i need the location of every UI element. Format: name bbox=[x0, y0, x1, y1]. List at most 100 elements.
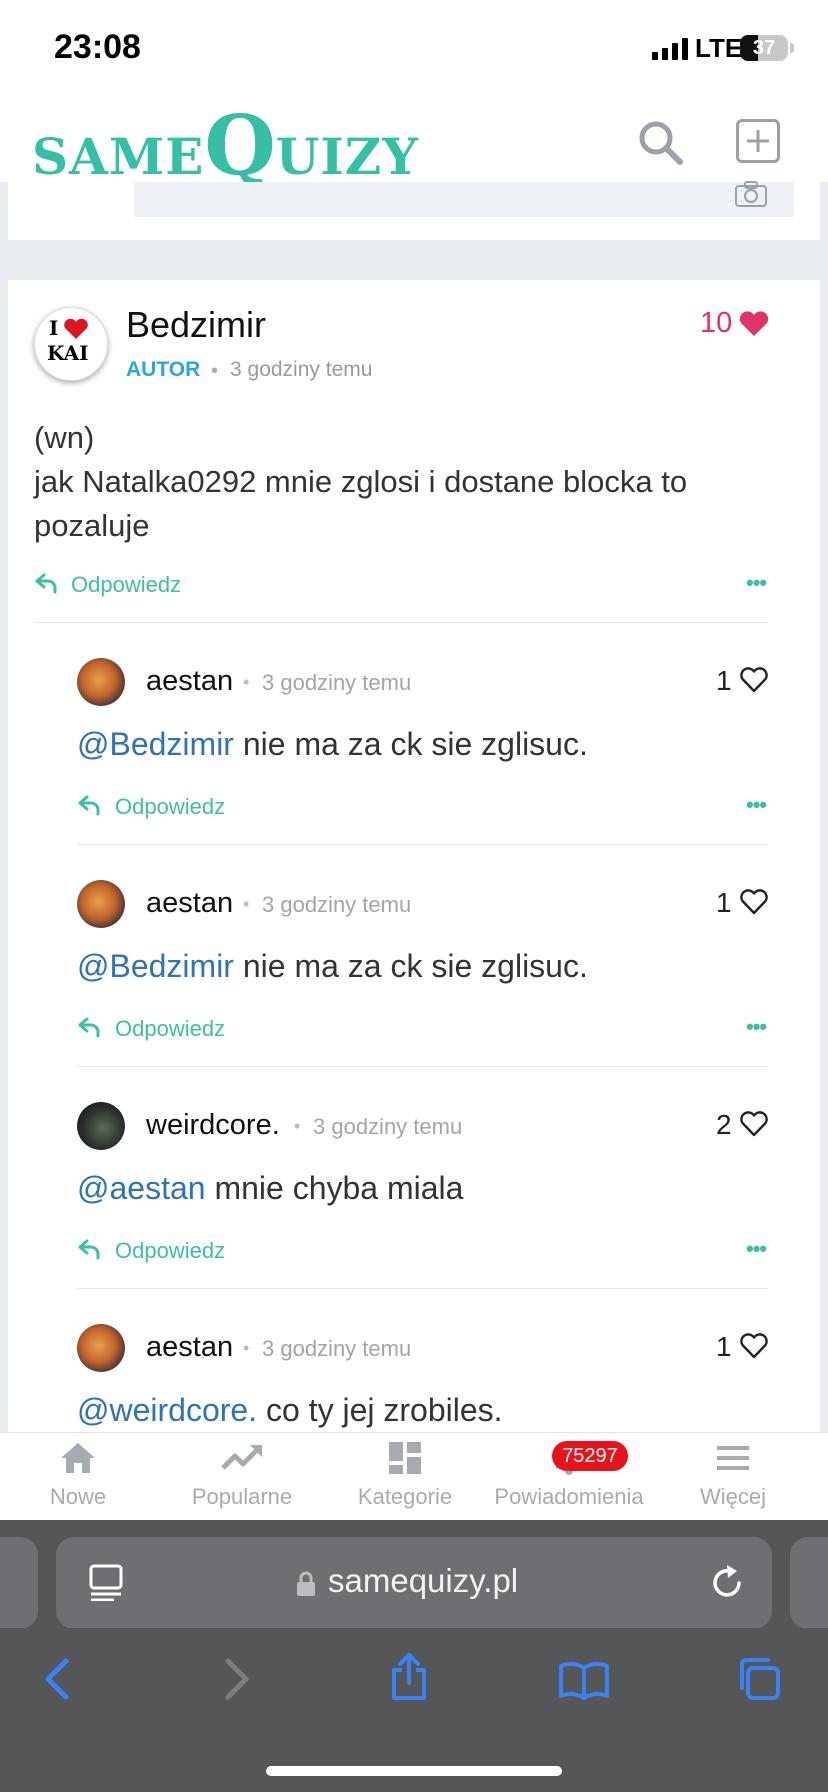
comment-text-line: jak Natalka0292 mnie zglosi i dostane bl… bbox=[34, 464, 688, 543]
dashboard-icon bbox=[389, 1442, 421, 1474]
comment-text: @Bedzimir nie ma za ck sie zglisuc. bbox=[77, 726, 588, 763]
home-icon bbox=[61, 1443, 95, 1473]
author-badge: AUTOR bbox=[126, 358, 201, 381]
more-options-button[interactable]: ••• bbox=[746, 570, 767, 596]
divider bbox=[77, 844, 768, 845]
more-options-button[interactable]: ••• bbox=[746, 1014, 767, 1040]
divider bbox=[77, 1066, 768, 1067]
tab-label[interactable]: Kategorie bbox=[330, 1484, 480, 1510]
avatar[interactable] bbox=[77, 880, 125, 928]
tab-popularne[interactable] bbox=[167, 1440, 317, 1481]
reply-icon[interactable] bbox=[77, 1016, 101, 1038]
heart-outline-icon[interactable] bbox=[739, 1332, 769, 1360]
comment-time: 3 godziny temu bbox=[230, 358, 373, 381]
status-time: 23:08 bbox=[54, 28, 141, 66]
heart-filled-icon[interactable] bbox=[738, 310, 770, 338]
reply-button[interactable]: Odpowiedz bbox=[115, 1238, 225, 1264]
reload-icon[interactable] bbox=[709, 1563, 745, 1601]
avatar[interactable] bbox=[77, 1324, 125, 1372]
divider bbox=[77, 1288, 768, 1289]
comment-text-body: nie ma za ck sie zglisuc. bbox=[233, 948, 588, 984]
reply-button[interactable]: Odpowiedz bbox=[115, 794, 225, 820]
previous-tab-preview[interactable] bbox=[0, 1537, 38, 1629]
lock-icon bbox=[297, 1571, 315, 1596]
heart-outline-icon[interactable] bbox=[739, 888, 769, 916]
add-quiz-button[interactable] bbox=[736, 119, 780, 163]
separator-dot: • bbox=[243, 672, 250, 692]
comment-time: 3 godziny temu bbox=[262, 892, 412, 917]
tab-kategorie[interactable] bbox=[330, 1440, 480, 1481]
tab-label[interactable]: Popularne bbox=[167, 1484, 317, 1510]
heart-outline-icon[interactable] bbox=[739, 1110, 769, 1138]
more-options-button[interactable]: ••• bbox=[746, 792, 767, 818]
comment-author[interactable]: Bedzimir bbox=[126, 304, 266, 346]
heart-icon bbox=[64, 318, 88, 339]
reply-icon[interactable] bbox=[77, 794, 101, 816]
battery-percent: 37 bbox=[752, 37, 776, 59]
comment-text: (wn) jak Natalka0292 mnie zglosi i dosta… bbox=[34, 416, 774, 548]
reply-button[interactable]: Odpowiedz bbox=[115, 1016, 225, 1042]
share-icon[interactable] bbox=[388, 1652, 430, 1702]
avatar[interactable] bbox=[77, 658, 125, 706]
avatar[interactable]: I KAI bbox=[34, 307, 108, 381]
like-count: 2 bbox=[716, 1109, 732, 1140]
like-count: 1 bbox=[716, 665, 732, 696]
logo-text-q: Q bbox=[204, 98, 276, 194]
comment-text: @aestan mnie chyba miala bbox=[77, 1170, 463, 1207]
tab-label[interactable]: Więcej bbox=[658, 1484, 808, 1510]
search-icon[interactable] bbox=[636, 118, 686, 168]
site-logo[interactable]: SAMEQUIZY bbox=[32, 98, 419, 194]
reply-button[interactable]: Odpowiedz bbox=[71, 572, 181, 598]
comment-text-body: co ty jej zrobiles. bbox=[257, 1392, 503, 1428]
user-mention[interactable]: @Bedzimir bbox=[77, 948, 234, 984]
comment-author[interactable]: aestan bbox=[146, 887, 233, 920]
separator-dot: • bbox=[243, 1338, 250, 1358]
comment-author[interactable]: aestan bbox=[146, 1331, 233, 1364]
reader-icon[interactable] bbox=[88, 1563, 124, 1601]
battery-icon: 37 bbox=[740, 35, 788, 61]
divider bbox=[34, 622, 768, 623]
trending-icon bbox=[221, 1445, 262, 1470]
battery-tip bbox=[790, 43, 794, 53]
network-label: LTE bbox=[695, 33, 743, 63]
tab-label[interactable]: Nowe bbox=[3, 1484, 153, 1510]
comment-text-body: nie ma za ck sie zglisuc. bbox=[233, 726, 588, 762]
home-indicator[interactable] bbox=[266, 1766, 562, 1776]
reply-icon[interactable] bbox=[77, 1238, 101, 1260]
back-icon[interactable] bbox=[42, 1658, 72, 1700]
reply-icon[interactable] bbox=[34, 572, 58, 594]
notification-badge: 75297 bbox=[552, 1441, 628, 1471]
tabs-icon[interactable] bbox=[734, 1656, 782, 1702]
more-options-button[interactable]: ••• bbox=[746, 1236, 767, 1262]
heart-outline-icon[interactable] bbox=[739, 666, 769, 694]
comment-author[interactable]: weirdcore. bbox=[146, 1109, 280, 1142]
url-text[interactable]: samequizy.pl bbox=[328, 1562, 518, 1600]
comment-time: 3 godziny temu bbox=[262, 670, 412, 695]
user-mention[interactable]: @aestan bbox=[77, 1170, 206, 1206]
user-mention[interactable]: @Bedzimir bbox=[77, 726, 234, 762]
avatar-text-i: I bbox=[49, 316, 59, 340]
comment-author[interactable]: aestan bbox=[146, 665, 233, 698]
like-count: 10 bbox=[700, 307, 733, 339]
separator-dot: • bbox=[211, 360, 219, 382]
comment-text-body: mnie chyba miala bbox=[205, 1170, 464, 1206]
tab-nowe[interactable] bbox=[3, 1440, 153, 1481]
like-count: 1 bbox=[716, 1331, 732, 1362]
comment-input[interactable] bbox=[134, 182, 794, 217]
forward-icon[interactable] bbox=[222, 1658, 252, 1700]
bookmarks-icon[interactable] bbox=[558, 1660, 610, 1700]
like-count: 1 bbox=[716, 887, 732, 918]
comment-text: @weirdcore. co ty jej zrobiles. bbox=[77, 1392, 503, 1429]
user-mention[interactable]: @weirdcore. bbox=[77, 1392, 257, 1428]
tab-label[interactable]: Powiadomienia bbox=[494, 1484, 644, 1510]
next-tab-preview[interactable] bbox=[790, 1537, 828, 1629]
separator-dot: • bbox=[294, 1116, 301, 1136]
comment-text-line: (wn) bbox=[34, 420, 95, 455]
camera-icon[interactable] bbox=[734, 180, 768, 210]
menu-icon bbox=[717, 1446, 749, 1470]
avatar[interactable] bbox=[77, 1102, 125, 1150]
logo-text-same: SAME bbox=[32, 127, 205, 186]
separator-dot: • bbox=[243, 894, 250, 914]
tab-wiecej[interactable] bbox=[658, 1440, 808, 1481]
avatar-text-kai: KAI bbox=[47, 341, 89, 365]
